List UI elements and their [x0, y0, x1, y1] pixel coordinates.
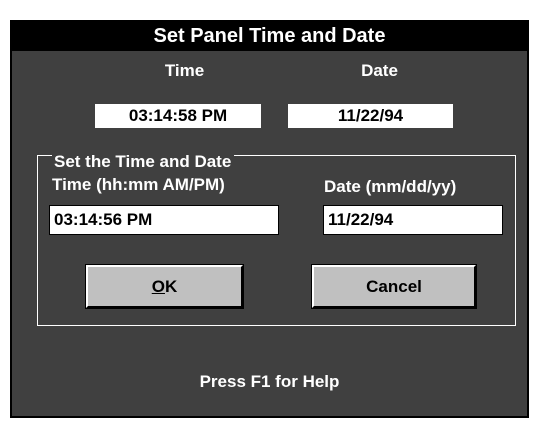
ok-mnemonic: O	[151, 277, 165, 296]
time-field-label: Time (hh:mm AM/PM)	[52, 175, 225, 194]
current-date-label: Date	[361, 61, 398, 80]
set-panel-time-date-dialog: Set Panel Time and Date Time Date 03:14:…	[10, 20, 529, 418]
group-title: Set the Time and Date	[52, 152, 235, 172]
current-date-display: 11/22/94	[288, 104, 453, 128]
ok-label: K	[164, 277, 178, 296]
date-field-label: Date (mm/dd/yy)	[324, 177, 457, 196]
time-input[interactable]	[49, 205, 279, 235]
dialog-title: Set Panel Time and Date	[12, 22, 527, 51]
ok-button[interactable]: OK	[85, 264, 244, 309]
date-input[interactable]	[323, 205, 503, 235]
current-time-display: 03:14:58 PM	[95, 104, 261, 128]
current-time-label: Time	[164, 61, 205, 80]
cancel-button[interactable]: Cancel	[311, 264, 477, 309]
help-hint: Press F1 for Help	[199, 372, 340, 391]
